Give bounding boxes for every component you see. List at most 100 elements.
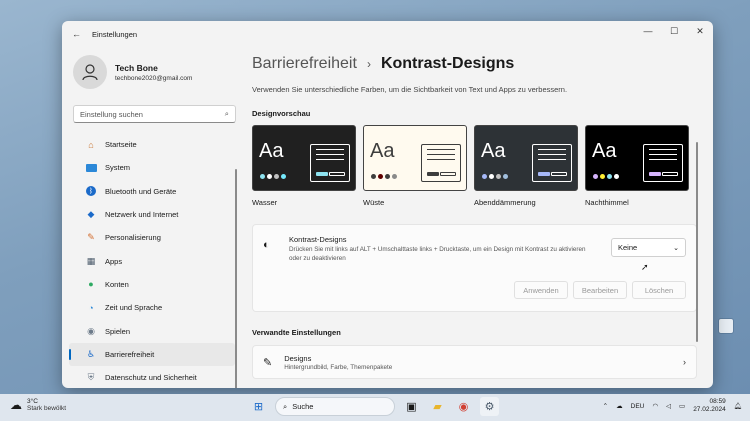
contrast-theme-card: ◐ Kontrast-Designs Drücken Sie mit links…: [252, 224, 697, 312]
user-profile[interactable]: Tech Bone techbone2020@gmail.com: [62, 47, 240, 89]
sidebar-item-label: Netzwerk und Internet: [105, 210, 179, 220]
taskbar: ☁ 3°C Stark bewölkt ⊞ ⌕ Suche ▣ ▰ ◉ ⚙ ⌃ …: [0, 394, 750, 421]
apps-icon: ▦: [86, 255, 96, 266]
edit-button[interactable]: Bearbeiten: [573, 281, 627, 299]
weather-widget[interactable]: ☁ 3°C Stark bewölkt: [10, 398, 66, 412]
onedrive-icon[interactable]: ☁: [616, 402, 623, 410]
sidebar-item-network[interactable]: ◆ Netzwerk und Internet: [69, 203, 235, 226]
related-item-subtitle: Hintergrundbild, Farbe, Themenpakete: [284, 363, 393, 371]
theme-name: Abenddämmerung: [474, 198, 536, 207]
sidebar-item-bluetooth[interactable]: ᛒ Bluetooth und Geräte: [69, 180, 235, 203]
chrome-icon[interactable]: ◉: [454, 397, 473, 416]
sidebar-item-apps[interactable]: ▦ Apps: [69, 249, 235, 272]
search-icon: ⌕: [283, 401, 288, 411]
file-explorer-icon[interactable]: ▰: [428, 397, 447, 416]
desktop-shortcut[interactable]: [708, 318, 744, 336]
sidebar-item-label: System: [105, 163, 131, 173]
breadcrumb: Barrierefreiheit › Kontrast-Designs: [252, 55, 701, 73]
theme-sample-text: Aa: [481, 140, 506, 162]
theme-name: Nachthimmel: [585, 198, 629, 207]
sidebar-item-label: Apps: [105, 256, 123, 266]
theme-previews: Aa Wasser Aa Wüste Aa Abenddämmerung Aa Nachthi…: [252, 125, 701, 207]
monitor-icon: [85, 162, 97, 174]
sidebar-item-label: Zeit und Sprache: [105, 303, 163, 313]
main-scrollbar[interactable]: [696, 142, 698, 342]
sidebar-item-accounts[interactable]: ● Konten: [69, 273, 235, 296]
theme-option[interactable]: Aa Wüste: [363, 125, 467, 207]
contrast-card-subtitle: Drücken Sie mit links auf ALT + Umschalt…: [289, 246, 586, 262]
network-icon[interactable]: ◠: [652, 402, 658, 410]
brush-icon: ✎: [87, 232, 95, 243]
battery-icon[interactable]: ▭: [679, 402, 685, 410]
chevron-right-icon: ›: [683, 357, 686, 367]
avatar: [73, 55, 107, 89]
theme-preview[interactable]: Aa: [363, 125, 467, 191]
user-icon: ●: [88, 279, 94, 290]
sidebar-item-personalization[interactable]: ✎ Personalisierung: [69, 226, 235, 249]
theme-option[interactable]: Aa Nachthimmel: [585, 125, 689, 207]
theme-color-dots: [260, 174, 286, 179]
sidebar-item-label: Personalisierung: [105, 233, 161, 243]
language-indicator[interactable]: DEU: [631, 403, 645, 410]
theme-preview[interactable]: Aa: [252, 125, 356, 191]
apply-button[interactable]: Anwenden: [514, 281, 568, 299]
cloud-icon: ☁: [10, 398, 22, 412]
theme-color-dots: [371, 174, 397, 179]
volume-icon[interactable]: ◁: [666, 402, 671, 410]
sidebar-item-label: Barrierefreiheit: [105, 349, 155, 359]
sidebar-item-privacy[interactable]: ⛨ Datenschutz und Sicherheit: [69, 366, 235, 388]
sidebar-item-label: Spielen: [105, 326, 131, 336]
gamepad-icon: ◉: [87, 325, 95, 336]
windows-start-icon[interactable]: ⊞: [249, 397, 268, 416]
mouse-cursor-icon: ➚: [641, 262, 649, 272]
contrast-card-title: Kontrast-Designs: [289, 235, 347, 244]
theme-option[interactable]: Aa Abenddämmerung: [474, 125, 578, 207]
delete-button[interactable]: Löschen: [632, 281, 686, 299]
page-description: Verwenden Sie unterschiedliche Farben, u…: [252, 85, 568, 94]
theme-preview[interactable]: Aa: [474, 125, 578, 191]
taskbar-search[interactable]: ⌕ Suche: [275, 397, 395, 416]
bluetooth-icon: ᛒ: [85, 185, 97, 197]
sidebar-item-startseite[interactable]: ⌂ Startseite: [69, 133, 235, 156]
clock[interactable]: 08:59 27.02.2024: [693, 398, 726, 415]
task-view-icon[interactable]: ▣: [402, 397, 421, 416]
select-value: Keine: [618, 243, 638, 252]
chevron-up-icon[interactable]: ⌃: [603, 402, 608, 410]
globe-clock-icon: ◔: [88, 302, 94, 313]
settings-gear-icon[interactable]: ⚙: [480, 397, 499, 416]
related-item-designs[interactable]: ✎ Designs Hintergrundbild, Farbe, Themen…: [252, 345, 697, 379]
contrast-theme-select[interactable]: Keine ⌄: [611, 238, 686, 257]
brush-icon: ✎: [263, 356, 273, 369]
theme-preview[interactable]: Aa: [585, 125, 689, 191]
theme-color-dots: [593, 174, 619, 179]
taskbar-apps: ⊞ ⌕ Suche ▣ ▰ ◉ ⚙: [249, 397, 499, 416]
search-input[interactable]: Einstellung suchen ⌕: [73, 105, 236, 123]
sidebar-item-system[interactable]: System: [69, 156, 235, 179]
search-placeholder: Einstellung suchen: [80, 109, 143, 119]
sidebar-item-label: Datenschutz und Sicherheit: [105, 373, 197, 383]
sidebar-nav: ⌂ Startseite System ᛒ Bluetooth und Gerä…: [62, 133, 240, 388]
minimize-icon[interactable]: —: [635, 21, 661, 41]
notification-bell-icon[interactable]: 🔔︎: [734, 402, 742, 410]
weather-temp: 3°C: [27, 398, 38, 405]
maximize-icon[interactable]: ☐: [661, 21, 687, 41]
sidebar-item-label: Bluetooth und Geräte: [105, 186, 177, 196]
close-icon[interactable]: ✕: [687, 21, 713, 41]
sidebar-item-time-language[interactable]: ◔ Zeit und Sprache: [69, 296, 235, 319]
theme-sample-text: Aa: [370, 140, 395, 162]
breadcrumb-separator: ›: [366, 57, 371, 71]
theme-window-sample: [532, 144, 572, 182]
sidebar-item-accessibility[interactable]: ♿ Barrierefreiheit: [69, 342, 235, 366]
theme-option[interactable]: Aa Wasser: [252, 125, 356, 207]
related-settings-title: Verwandte Einstellungen: [252, 328, 341, 337]
breadcrumb-parent[interactable]: Barrierefreiheit: [252, 55, 357, 73]
clock-date: 27.02.2024: [693, 406, 726, 414]
sidebar-scrollbar[interactable]: [235, 169, 237, 388]
theme-window-sample: [643, 144, 683, 182]
sidebar-item-gaming[interactable]: ◉ Spielen: [69, 319, 235, 342]
user-avatar-icon: [82, 64, 98, 81]
taskbar-search-label: Suche: [292, 402, 314, 411]
page-title: Kontrast-Designs: [380, 55, 515, 72]
back-arrow-icon[interactable]: ←: [72, 29, 86, 39]
system-tray: ⌃ ☁ DEU ◠ ◁ ▭ 08:59 27.02.2024 🔔︎: [603, 398, 742, 415]
